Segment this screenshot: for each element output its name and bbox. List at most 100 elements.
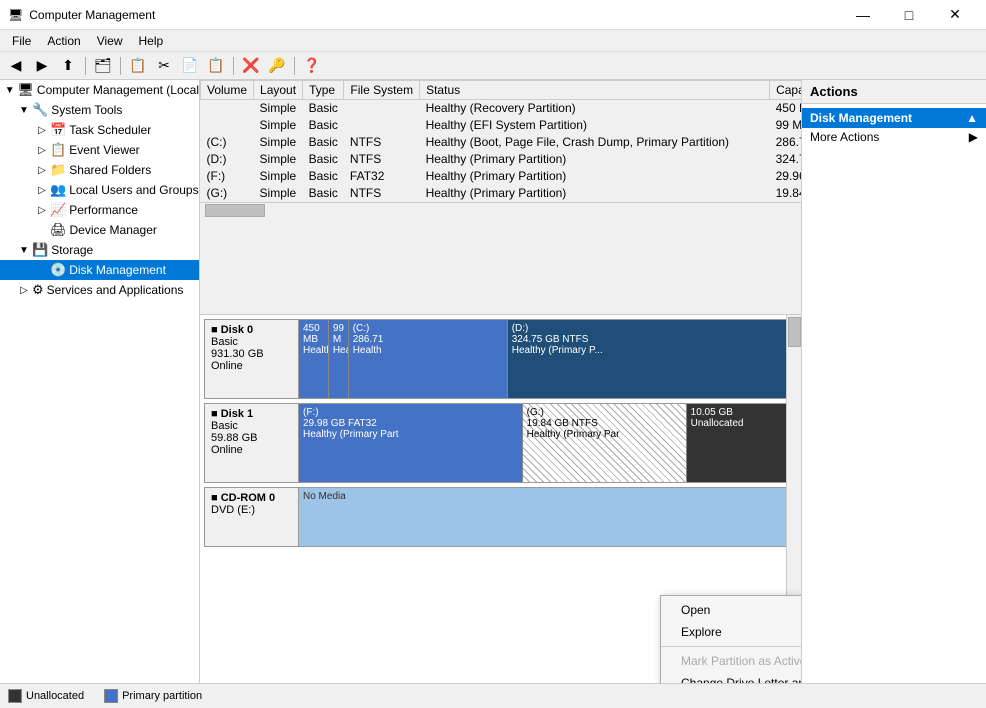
scrollbar-thumb[interactable] <box>205 204 265 217</box>
table-row[interactable]: (D:) Simple Basic NTFS Healthy (Primary … <box>201 151 802 168</box>
cell-fs <box>344 117 420 134</box>
toolbar-back[interactable]: ◀ <box>4 55 28 77</box>
table-row[interactable]: (G:) Simple Basic NTFS Healthy (Primary … <box>201 185 802 202</box>
partition-unalloc[interactable]: 10.05 GB Unallocated <box>687 404 796 482</box>
partition-f-letter: (F:) <box>303 407 319 418</box>
main-container: ▼ 🖥 Computer Management (Local ▼ 🔧 Syste… <box>0 80 986 683</box>
minimize-button[interactable]: — <box>840 0 886 30</box>
task-scheduler-label: Task Scheduler <box>69 123 151 137</box>
partition-c[interactable]: (C:) 286.71 Health <box>349 320 508 398</box>
storage-label: Storage <box>51 243 93 257</box>
partition-efi-size: 99 M <box>333 323 344 345</box>
cell-fs: NTFS <box>344 185 420 202</box>
toolbar-new-window[interactable]: 📋 <box>126 55 150 77</box>
legend-primary-label: Primary partition <box>122 690 202 702</box>
toolbar-up[interactable]: ⬆ <box>56 55 80 77</box>
storage-expand: ▼ <box>16 245 32 256</box>
table-scrollbar-h[interactable] <box>200 202 801 217</box>
disk-mgmt-label: Disk Management <box>69 263 166 277</box>
toolbar-sep-4 <box>294 57 295 75</box>
cdrom-partition[interactable]: No Media <box>299 488 796 546</box>
col-layout: Layout <box>254 81 303 100</box>
menu-view[interactable]: View <box>89 32 131 50</box>
partition-recovery[interactable]: 450 MB Healthy <box>299 320 329 398</box>
services-apps-icon: ⚙ <box>32 282 44 298</box>
table-row[interactable]: (F:) Simple Basic FAT32 Healthy (Primary… <box>201 168 802 185</box>
ctx-open[interactable]: Open <box>661 599 801 621</box>
event-viewer-label: Event Viewer <box>69 143 139 157</box>
partition-f-health: Healthy (Primary Part <box>303 429 399 440</box>
services-apps-expand: ▷ <box>16 285 32 296</box>
toolbar-delete[interactable]: ❌ <box>239 55 263 77</box>
unalloc-size: 10.05 GB <box>691 407 733 418</box>
ctx-change-drive[interactable]: Change Drive Letter and Paths... <box>661 672 801 683</box>
actions-more-actions[interactable]: More Actions ▶ <box>802 128 986 146</box>
tree-task-scheduler[interactable]: ▷ 📅 Task Scheduler <box>0 120 199 140</box>
toolbar-help[interactable]: ❓ <box>300 55 324 77</box>
legend-unallocated: Unallocated <box>8 689 84 703</box>
legend-primary-box <box>104 689 118 703</box>
scrollbar-v-thumb[interactable] <box>788 317 801 347</box>
disk-1-status: Online <box>211 444 292 456</box>
partition-g-letter: (G:) <box>527 407 544 418</box>
maximize-button[interactable]: □ <box>886 0 932 30</box>
cell-status: Healthy (Primary Partition) <box>420 151 770 168</box>
cell-capacity: 324.75 GB <box>770 151 801 168</box>
table-row[interactable]: Simple Basic Healthy (EFI System Partiti… <box>201 117 802 134</box>
col-volume: Volume <box>201 81 254 100</box>
tree-system-tools[interactable]: ▼ 🔧 System Tools <box>0 100 199 120</box>
partition-efi-health: Healt <box>333 345 349 356</box>
menu-file[interactable]: File <box>4 32 39 50</box>
cell-layout: Simple <box>254 134 303 151</box>
disk-1-partitions: (F:) 29.98 GB FAT32 Healthy (Primary Par… <box>299 403 797 483</box>
tree-local-users[interactable]: ▷ 👥 Local Users and Groups <box>0 180 199 200</box>
storage-icon: 💾 <box>32 242 48 258</box>
partition-d-letter: (D:) <box>512 323 529 334</box>
task-scheduler-icon: 📅 <box>50 122 66 138</box>
toolbar-show-hide[interactable]: 🗂 <box>91 55 115 77</box>
toolbar-properties[interactable]: 🔑 <box>265 55 289 77</box>
performance-icon: 📈 <box>50 202 66 218</box>
ctx-explore[interactable]: Explore <box>661 621 801 643</box>
cell-type: Basic <box>303 185 344 202</box>
toolbar-sep-1 <box>85 57 86 75</box>
menu-help[interactable]: Help <box>131 32 172 50</box>
disk-table: Volume Layout Type File System Status Ca… <box>200 80 801 202</box>
toolbar-paste[interactable]: 📋 <box>204 55 228 77</box>
actions-disk-mgmt-title: Disk Management ▲ <box>802 108 986 128</box>
toolbar-forward[interactable]: ▶ <box>30 55 54 77</box>
partition-d[interactable]: (D:) 324.75 GB NTFS Healthy (Primary P..… <box>508 320 796 398</box>
cell-fs: FAT32 <box>344 168 420 185</box>
partition-g[interactable]: (G:) 19.84 GB NTFS Healthy (Primary Par <box>523 404 687 482</box>
partition-f[interactable]: (F:) 29.98 GB FAT32 Healthy (Primary Par… <box>299 404 523 482</box>
tree-performance[interactable]: ▷ 📈 Performance <box>0 200 199 220</box>
cell-type: Basic <box>303 134 344 151</box>
toolbar-copy[interactable]: 📄 <box>178 55 202 77</box>
table-row[interactable]: Simple Basic Healthy (Recovery Partition… <box>201 100 802 117</box>
close-button[interactable]: ✕ <box>932 0 978 30</box>
tree-event-viewer[interactable]: ▷ 📋 Event Viewer <box>0 140 199 160</box>
tree-storage[interactable]: ▼ 💾 Storage <box>0 240 199 260</box>
cdrom-name: ■ CD-ROM 0 <box>211 492 292 504</box>
performance-label: Performance <box>69 203 138 217</box>
system-tools-expand: ▼ <box>16 105 32 116</box>
cdrom-partitions: No Media <box>299 487 797 547</box>
partition-efi[interactable]: 99 M Healt <box>329 320 349 398</box>
actions-header: Actions <box>802 80 986 104</box>
toolbar-cut[interactable]: ✂ <box>152 55 176 77</box>
menu-action[interactable]: Action <box>39 32 88 50</box>
table-row[interactable]: (C:) Simple Basic NTFS Healthy (Boot, Pa… <box>201 134 802 151</box>
tree-services-apps[interactable]: ▷ ⚙ Services and Applications <box>0 280 199 300</box>
cell-status: Healthy (Primary Partition) <box>420 168 770 185</box>
more-actions-arrow: ▶ <box>969 130 978 144</box>
tree-root[interactable]: ▼ 🖥 Computer Management (Local <box>0 80 199 100</box>
disk-1-label: ■ Disk 1 Basic 59.88 GB Online <box>204 403 299 483</box>
cell-type: Basic <box>303 117 344 134</box>
tree-disk-management[interactable]: 💿 Disk Management <box>0 260 199 280</box>
disk-1-size: 59.88 GB <box>211 432 292 444</box>
cell-volume: (C:) <box>201 134 254 151</box>
tree-shared-folders[interactable]: ▷ 📁 Shared Folders <box>0 160 199 180</box>
toolbar-sep-2 <box>120 57 121 75</box>
tree-device-manager[interactable]: 🖨 Device Manager <box>0 220 199 240</box>
computer-icon: 🖥 <box>17 82 34 98</box>
